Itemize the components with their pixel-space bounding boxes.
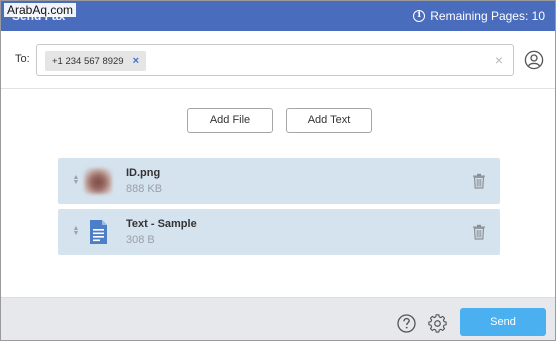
image-thumbnail — [84, 168, 112, 194]
file-row[interactable]: ▲ ▼ ID.png 888 KB — [58, 158, 500, 204]
watermark: ArabAq.com — [4, 3, 77, 17]
settings-gear-icon[interactable] — [428, 314, 447, 333]
remaining-pages: i Remaining Pages: 10 — [413, 9, 545, 23]
header-bar: Send Fax ArabAq.com i Remaining Pages: 1… — [1, 1, 555, 31]
info-icon: i — [413, 10, 426, 22]
send-button[interactable]: Send — [460, 308, 546, 336]
file-size: 888 KB — [126, 183, 163, 195]
file-row[interactable]: ▲ ▼ Text - Sample 308 B — [58, 209, 500, 255]
help-icon[interactable] — [397, 314, 416, 333]
trash-icon[interactable] — [472, 224, 486, 240]
contact-icon[interactable] — [524, 50, 544, 70]
recipient-input[interactable]: +1 234 567 8929 × × — [36, 44, 514, 76]
remaining-pages-label: Remaining Pages: 10 — [430, 9, 545, 23]
drag-handle-icon[interactable]: ▲ ▼ — [72, 225, 80, 238]
recipient-chip: +1 234 567 8929 × — [45, 51, 147, 71]
add-file-button[interactable]: Add File — [187, 108, 273, 133]
file-name: ID.png — [126, 167, 161, 179]
clear-input-icon[interactable]: × — [495, 52, 503, 68]
document-icon — [90, 220, 107, 244]
trash-icon[interactable] — [472, 173, 486, 189]
recipient-number: +1 234 567 8929 — [52, 55, 124, 67]
file-size: 308 B — [126, 234, 155, 246]
drag-handle-icon[interactable]: ▲ ▼ — [72, 174, 80, 187]
add-text-button[interactable]: Add Text — [286, 108, 372, 133]
to-label: To: — [15, 53, 30, 65]
remove-recipient-icon[interactable]: × — [133, 56, 139, 67]
to-row: To: +1 234 567 8929 × × — [1, 31, 555, 89]
send-fax-window: Send Fax ArabAq.com i Remaining Pages: 1… — [0, 0, 556, 341]
footer-bar: Send — [1, 297, 555, 340]
file-name: Text - Sample — [126, 218, 197, 230]
